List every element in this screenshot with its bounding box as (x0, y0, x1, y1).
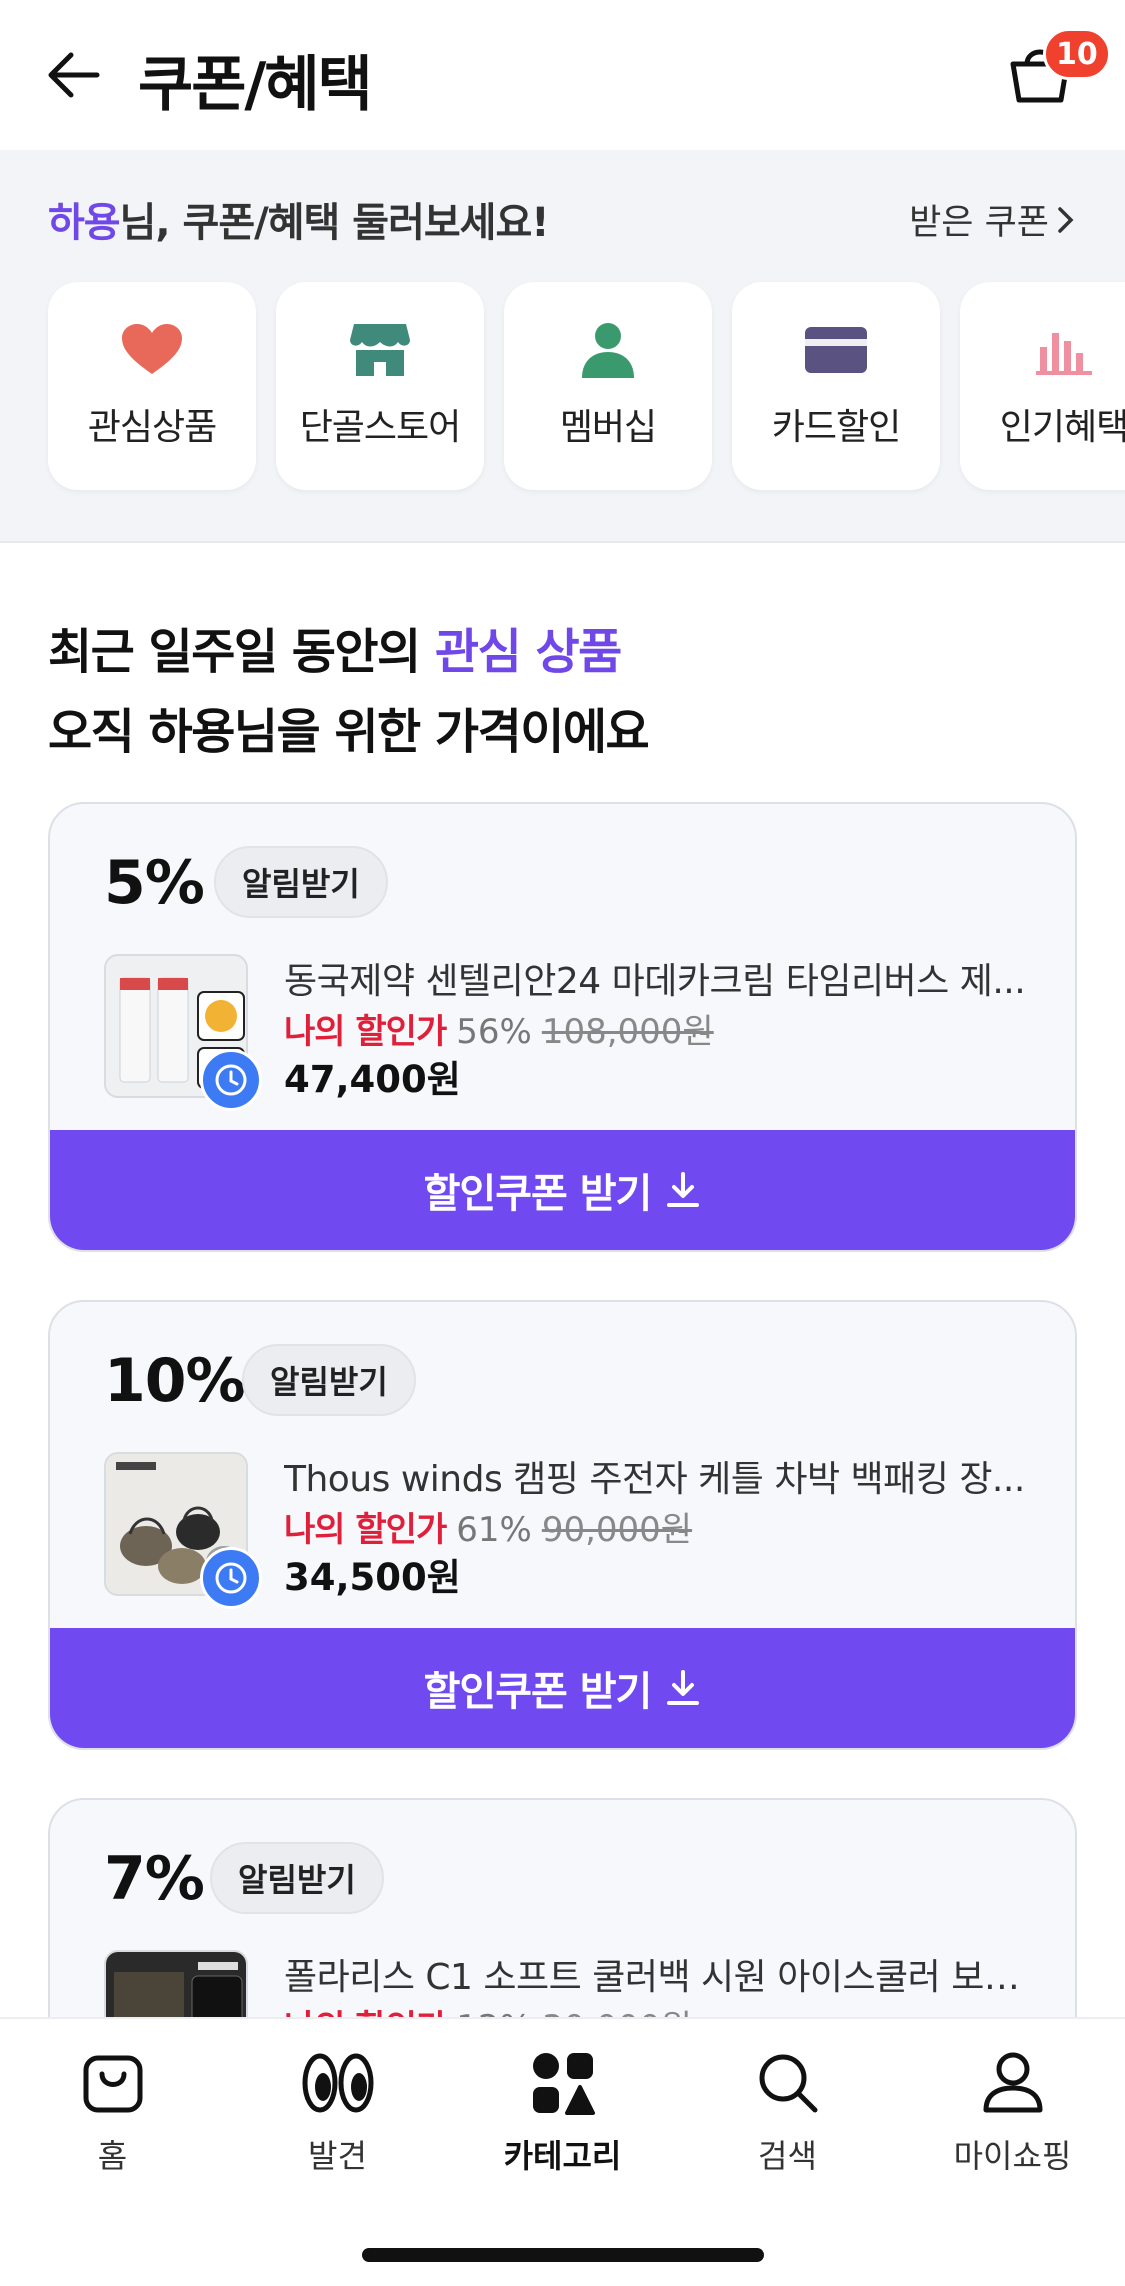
back-button[interactable] (38, 40, 108, 110)
home-indicator (362, 2248, 764, 2262)
coupon-percent: 10% (104, 1346, 246, 1416)
product-coupon-card: 10% 알림받기 Thous winds 캠핑 주전자 케틀 차박 백패킹 장.… (48, 1300, 1077, 1750)
section-title-line2: 오직 하용님을 위한 가격이에요 (48, 704, 650, 760)
section-title-prefix: 최근 일주일 동안의 (48, 624, 435, 680)
search-icon (752, 2047, 824, 2119)
category-wishlist[interactable]: 관심상품 (48, 282, 256, 490)
category-favorite-stores[interactable]: 단골스토어 (276, 282, 484, 490)
discount-rate: 61% (456, 1510, 532, 1550)
price-line: 나의 할인가 56% 108,000원 (284, 1004, 714, 1053)
greeting-text: 하용님, 쿠폰/혜택 둘러보세요! (48, 190, 550, 248)
category-card-discount[interactable]: 카드할인 (732, 282, 940, 490)
alert-button[interactable]: 알림받기 (242, 1344, 416, 1416)
nav-discover[interactable]: 발견 (225, 2019, 450, 2189)
clock-icon (200, 1547, 262, 1609)
product-coupon-card: 5% 알림받기 동국제약 센텔리안24 마데카크림 타임리버스 제... 나의 … (48, 802, 1077, 1252)
section-title: 최근 일주일 동안의 관심 상품 오직 하용님을 위한 가격이에요 (48, 612, 650, 772)
page-title: 쿠폰/혜택 (138, 50, 373, 120)
category-label: 멤버십 (559, 407, 657, 448)
download-coupon-button[interactable]: 할인쿠폰 받기 (50, 1130, 1075, 1250)
download-coupon-button[interactable]: 할인쿠폰 받기 (50, 1628, 1075, 1748)
original-price: 108,000원 (541, 1012, 714, 1052)
chevron-right-icon (1058, 206, 1074, 233)
download-icon (667, 1172, 700, 1207)
nav-label: 발견 (308, 2137, 367, 2175)
greeting-message: 님, 쿠폰/혜택 둘러보세요! (119, 200, 550, 246)
person-icon (576, 322, 640, 378)
heart-icon (120, 322, 184, 378)
shopping-bag-icon (77, 2047, 149, 2119)
my-price-label: 나의 할인가 (284, 1012, 447, 1052)
alert-button[interactable]: 알림받기 (214, 846, 388, 918)
back-arrow-icon (48, 52, 100, 98)
discount-rate: 56% (456, 1012, 532, 1052)
nav-my-shopping[interactable]: 마이쇼핑 (900, 2019, 1125, 2189)
nav-label: 카테고리 (503, 2137, 622, 2175)
category-label: 단골스토어 (299, 407, 462, 448)
nav-category[interactable]: 카테고리 (450, 2019, 675, 2189)
cart-count-badge: 10 (1043, 28, 1111, 80)
final-price: 47,400원 (284, 1058, 461, 1101)
received-coupons-label: 받은 쿠폰 (909, 203, 1049, 243)
coupon-button-label: 할인쿠폰 받기 (423, 1171, 653, 1217)
alert-button[interactable]: 알림받기 (210, 1842, 384, 1914)
bar-chart-icon (1032, 322, 1096, 378)
benefit-category-row: 관심상품 단골스토어 멤버십 카드할인 인기혜택 (48, 282, 1125, 490)
category-label: 관심상품 (87, 407, 217, 448)
nav-label: 마이쇼핑 (953, 2137, 1072, 2175)
section-title-accent: 관심 상품 (434, 624, 622, 680)
price-line: 나의 할인가 61% 90,000원 (284, 1502, 692, 1551)
section-title-line1: 최근 일주일 동안의 관심 상품 (48, 612, 648, 692)
clock-icon (200, 1049, 262, 1111)
my-price-label: 나의 할인가 (284, 1510, 447, 1550)
category-grid-icon (527, 2047, 599, 2119)
product-name[interactable]: Thous winds 캠핑 주전자 케틀 차박 백패킹 장... (284, 1450, 1044, 1502)
nav-home[interactable]: 홈 (0, 2019, 225, 2189)
category-label: 인기혜택 (999, 407, 1125, 448)
coupon-percent: 7% (104, 1844, 205, 1914)
final-price: 34,500원 (284, 1556, 461, 1599)
received-coupons-link[interactable]: 받은 쿠폰 (909, 194, 1077, 245)
profile-icon (977, 2047, 1049, 2119)
original-price: 90,000원 (541, 1510, 693, 1550)
eyes-icon (302, 2047, 374, 2119)
download-icon (667, 1670, 700, 1705)
bottom-navigation: 홈 발견 카테고리 검색 마이쇼핑 (0, 2017, 1125, 2286)
product-name[interactable]: 동국제약 센텔리안24 마데카크림 타임리버스 제... (284, 952, 1044, 1004)
benefit-summary-section: 하용님, 쿠폰/혜택 둘러보세요! 받은 쿠폰 관심상품 단골스토어 멤버십 카… (0, 150, 1125, 543)
category-membership[interactable]: 멤버십 (504, 282, 712, 490)
category-label: 카드할인 (771, 407, 901, 448)
store-icon (348, 322, 412, 378)
top-header: 쿠폰/혜택 10 (0, 0, 1125, 150)
coupon-percent: 5% (104, 848, 205, 918)
nav-label: 검색 (758, 2137, 817, 2175)
user-name: 하용 (48, 200, 121, 246)
coupon-benefit-screen: 쿠폰/혜택 10 하용님, 쿠폰/혜택 둘러보세요! 받은 쿠폰 관심상품 단골… (0, 0, 1125, 2286)
card-icon (804, 322, 868, 378)
product-name[interactable]: 폴라리스 C1 소프트 쿨러백 시원 아이스쿨러 보냉... (284, 1948, 1044, 2000)
category-popular-benefits[interactable]: 인기혜택 (960, 282, 1125, 490)
coupon-button-label: 할인쿠폰 받기 (423, 1669, 653, 1715)
nav-label: 홈 (97, 2137, 128, 2175)
nav-search[interactable]: 검색 (675, 2019, 900, 2189)
